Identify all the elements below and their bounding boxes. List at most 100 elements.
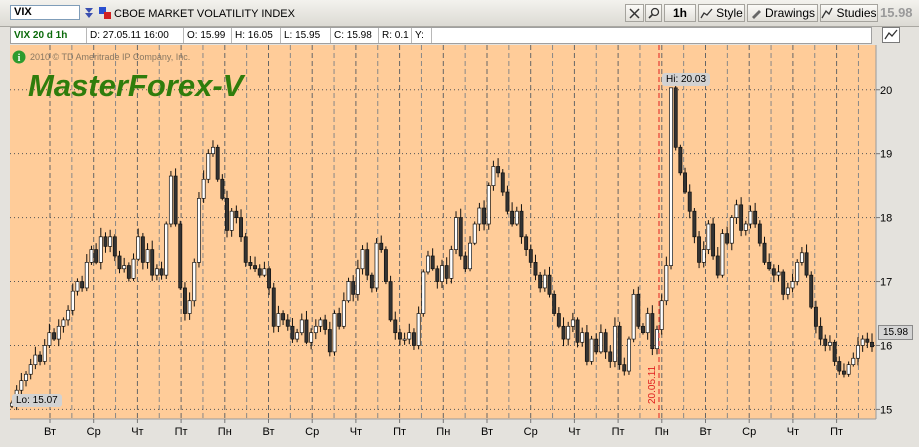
candle-body	[566, 325, 571, 340]
candle-body	[795, 262, 800, 282]
candle-body	[66, 309, 71, 321]
x-tick-label: Чт	[787, 426, 799, 438]
candle-body	[538, 274, 543, 289]
candle-body	[496, 166, 501, 174]
high-label: Hi: 20.03	[662, 73, 711, 86]
candle-body	[309, 332, 314, 343]
candle-body	[173, 175, 178, 225]
candle-body	[785, 287, 790, 295]
candle-body	[468, 242, 472, 270]
candle-body	[528, 249, 533, 263]
x-tick-label: Ср	[524, 426, 538, 438]
candle-body	[851, 357, 856, 366]
candle-body	[575, 319, 580, 343]
candle-body	[771, 268, 776, 276]
candle-body	[725, 233, 730, 244]
candle-body	[767, 262, 772, 270]
candle-body	[28, 364, 33, 375]
chart-settings-button[interactable]	[882, 27, 900, 43]
marker-date-label: 20.05.11	[647, 365, 658, 404]
studies-button[interactable]: Studies	[820, 4, 878, 22]
last-price: 15.98	[880, 5, 913, 20]
x-tick-label: Вт	[44, 426, 56, 438]
zoom-tool-button[interactable]	[645, 4, 662, 22]
candle-body	[38, 354, 42, 362]
candle-body	[519, 210, 524, 238]
timeframe-button[interactable]: 1h	[664, 4, 696, 22]
info-open: O: 15.99	[184, 28, 232, 43]
watermark-title: MasterForex-V	[28, 68, 244, 103]
x-tick-label: Пт	[830, 426, 843, 438]
info-high: H: 16.05	[232, 28, 281, 43]
candle-body	[374, 242, 379, 289]
candle-body	[103, 236, 108, 247]
candle-body	[454, 217, 458, 250]
candle-body	[790, 281, 795, 289]
candle-body	[327, 329, 332, 353]
style-button[interactable]: Style	[698, 4, 745, 22]
candle-body	[514, 210, 519, 225]
y-tick-label: 19	[880, 149, 892, 161]
crosshair-icon	[629, 7, 640, 19]
candle-body	[687, 191, 692, 212]
candle-body	[145, 249, 150, 263]
x-tick-label: Ср	[87, 426, 101, 438]
symbol-input[interactable]: VIX	[10, 5, 80, 20]
candle-body	[412, 332, 416, 346]
candle-body	[220, 178, 225, 199]
crosshair-tool-button[interactable]	[625, 4, 644, 22]
candle-body	[136, 236, 141, 260]
candle-body	[832, 341, 837, 362]
info-bar: VIX 20 d 1h D: 27.05.11 16:00 O: 15.99 H…	[10, 27, 872, 44]
candle-body	[281, 313, 286, 321]
candle-body	[267, 268, 272, 289]
candle-body	[458, 217, 463, 257]
candle-body	[89, 249, 94, 263]
candle-body	[444, 265, 449, 279]
candle-body	[262, 268, 267, 276]
x-tick-label: Пн	[436, 426, 450, 438]
candle-body	[641, 325, 645, 334]
candle-body	[24, 373, 28, 381]
symbol-dropdown-icon[interactable]	[82, 5, 96, 21]
candle-body	[341, 300, 346, 327]
candle-body	[360, 249, 365, 270]
candle-body	[257, 268, 262, 276]
x-tick-label: Ср	[305, 426, 319, 438]
candle-body	[182, 287, 187, 314]
candle-body	[117, 255, 122, 270]
y-tick-label: 15	[880, 404, 892, 416]
candle-body	[150, 249, 155, 276]
candle-body	[201, 178, 206, 199]
candle-body	[491, 166, 496, 186]
candle-body	[617, 325, 622, 366]
candle-body	[547, 274, 552, 295]
candle-body	[94, 249, 99, 263]
candle-body	[122, 265, 127, 270]
candle-body	[365, 249, 370, 276]
candle-body	[388, 281, 393, 321]
copyright-text: 2010 © TD Ameritrade IP Company, Inc.	[30, 52, 191, 62]
magnifier-icon	[647, 7, 659, 19]
candle-body	[215, 146, 220, 180]
candle-body	[164, 223, 169, 276]
y-tick-label: 17	[880, 277, 892, 289]
candle-body	[449, 249, 454, 279]
price-chart[interactable]: 15 16 17 18 19 20 Вт Ср Чт Пт Пн Вт Ср Чт Пт Пн Вт Ср Чт П…	[0, 44, 919, 447]
candle-body	[75, 281, 80, 292]
candle-body	[47, 332, 52, 346]
y-tick-label: 16	[880, 340, 892, 352]
drawings-button[interactable]: Drawings	[747, 4, 818, 22]
candle-body	[243, 236, 248, 263]
mini-chart-icon	[884, 29, 898, 40]
info-close: C: 15.98	[331, 28, 379, 43]
candle-body	[108, 236, 113, 247]
studies-icon	[821, 7, 834, 19]
candle-body	[664, 265, 669, 302]
candle-body	[276, 313, 281, 327]
candle-body	[659, 300, 664, 330]
info-icon[interactable]: i	[12, 50, 26, 64]
candle-body	[426, 255, 430, 273]
candle-body	[229, 210, 234, 231]
candle-body	[729, 217, 734, 244]
